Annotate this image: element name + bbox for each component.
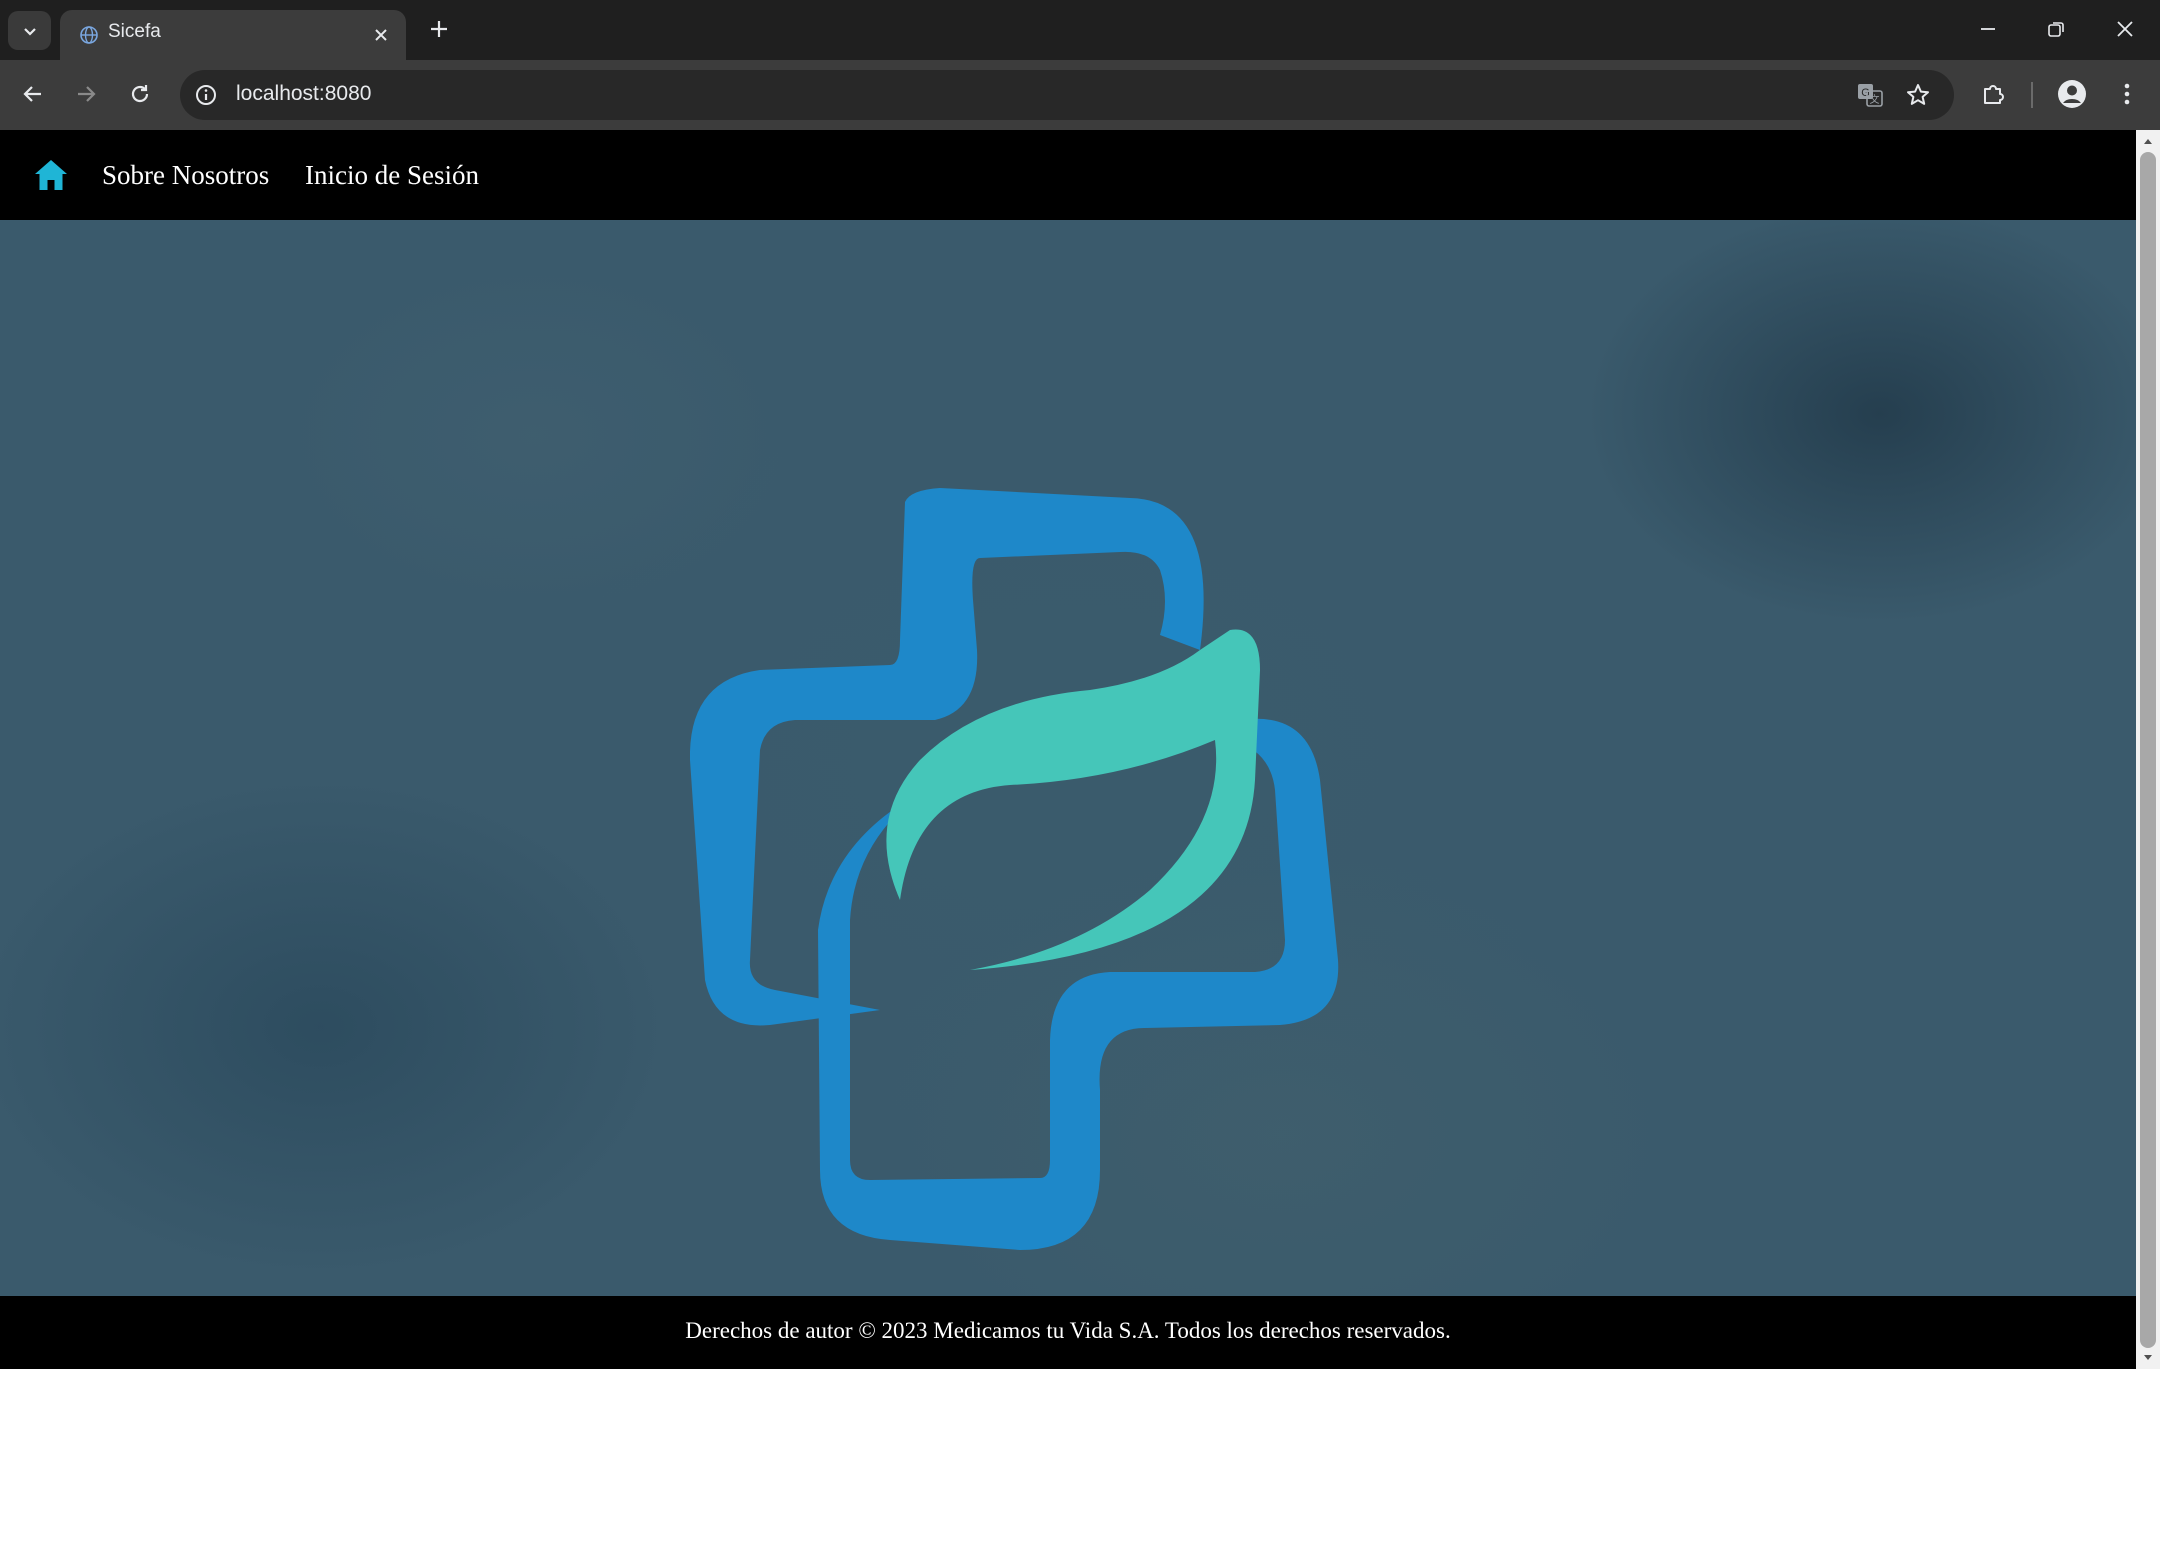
restore-icon [2048, 22, 2064, 37]
page-scrollbar[interactable] [2136, 130, 2160, 1369]
restore-button[interactable] [2036, 10, 2076, 48]
nav-link-sobre-nosotros[interactable]: Sobre Nosotros [102, 160, 269, 191]
translate-icon: G文 [1858, 84, 1883, 107]
back-button[interactable] [13, 74, 53, 114]
forward-button[interactable] [66, 74, 106, 114]
site-info-button[interactable] [192, 81, 220, 109]
info-icon [196, 85, 216, 105]
reload-icon [131, 85, 149, 103]
arrow-right-icon [78, 86, 96, 102]
extensions-button[interactable] [1975, 76, 2011, 112]
tab-title: Sicefa [108, 21, 161, 42]
reload-button[interactable] [120, 74, 160, 114]
avatar-icon [2058, 80, 2086, 108]
new-tab-button[interactable] [424, 14, 454, 44]
close-window-button[interactable] [2105, 10, 2145, 48]
home-icon[interactable] [33, 158, 69, 192]
toolbar-divider [2031, 82, 2033, 108]
page-viewport: Sobre Nosotros Inicio de Sesión Derechos… [0, 130, 2160, 1561]
scroll-down-arrow-icon[interactable] [2142, 1352, 2154, 1364]
hero-banner [0, 220, 2136, 1296]
chevron-down-icon [23, 27, 36, 36]
browser-toolbar: localhost:8080 G文 [0, 60, 2160, 130]
menu-button[interactable] [2109, 76, 2145, 112]
copyright-text: Derechos de autor © 2023 Medicamos tu Vi… [685, 1318, 1451, 1343]
tab-close-button[interactable] [368, 22, 394, 48]
profile-button[interactable] [2054, 76, 2090, 112]
tab-search-button[interactable] [8, 11, 51, 50]
url-text[interactable]: localhost:8080 [236, 82, 371, 106]
close-icon [2117, 21, 2133, 37]
close-icon [375, 29, 387, 41]
site-footer: Derechos de autor © 2023 Medicamos tu Vi… [0, 1296, 2136, 1369]
globe-favicon-icon [80, 26, 98, 44]
site-navbar: Sobre Nosotros Inicio de Sesión [0, 130, 2136, 220]
kebab-menu-icon [2124, 83, 2130, 105]
nav-link-inicio-sesion[interactable]: Inicio de Sesión [305, 160, 479, 191]
bookmark-button[interactable] [1903, 80, 1933, 110]
scroll-up-arrow-icon[interactable] [2142, 135, 2154, 147]
scroll-thumb[interactable] [2140, 152, 2156, 1348]
puzzle-icon [1984, 85, 2004, 104]
plus-icon [431, 21, 447, 37]
minimize-icon [1981, 28, 1995, 30]
medical-cross-leaf-logo [690, 488, 1339, 1250]
svg-text:G: G [1861, 87, 1870, 99]
minimize-button[interactable] [1968, 10, 2008, 48]
star-icon [1907, 84, 1929, 105]
arrow-left-icon [23, 86, 41, 102]
browser-tab[interactable]: Sicefa [60, 10, 406, 60]
svg-text:文: 文 [1870, 93, 1880, 106]
address-bar[interactable]: localhost:8080 G文 [180, 70, 1954, 120]
browser-tab-bar: Sicefa [0, 0, 2160, 60]
translate-button[interactable]: G文 [1855, 80, 1885, 110]
